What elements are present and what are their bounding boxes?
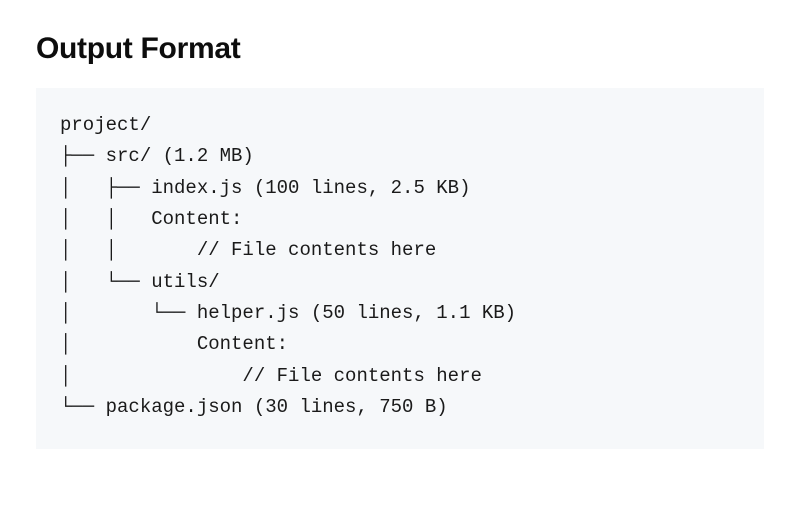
code-line: │ └── helper.js (50 lines, 1.1 KB): [60, 302, 516, 324]
section-heading: Output Format: [36, 32, 764, 66]
code-line: │ └── utils/: [60, 271, 220, 293]
code-block: project/ ├── src/ (1.2 MB) │ ├── index.j…: [36, 88, 764, 449]
code-line: │ Content:: [60, 333, 288, 355]
code-line: ├── src/ (1.2 MB): [60, 145, 254, 167]
code-line: │ // File contents here: [60, 365, 482, 387]
code-line: │ │ Content:: [60, 208, 242, 230]
code-line: project/: [60, 114, 151, 136]
code-line: │ ├── index.js (100 lines, 2.5 KB): [60, 177, 470, 199]
code-line: └── package.json (30 lines, 750 B): [60, 396, 448, 418]
code-line: │ │ // File contents here: [60, 239, 436, 261]
